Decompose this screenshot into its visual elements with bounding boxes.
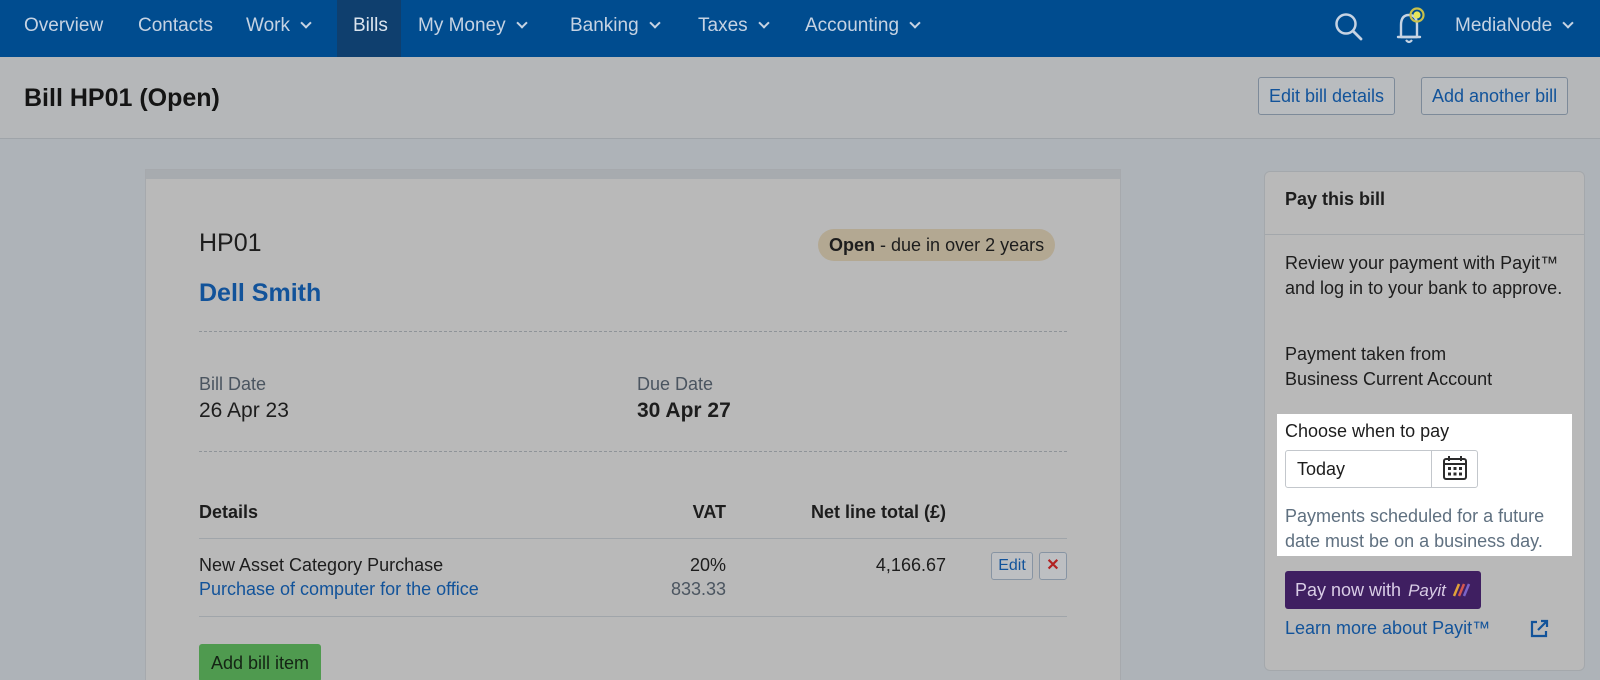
item-vat-amount: 833.33	[670, 579, 726, 599]
page-title: Bill HP01 (Open)	[24, 84, 220, 112]
chevron-down-icon	[1562, 17, 1574, 29]
column-header-vat: VAT	[692, 502, 726, 522]
table-rule	[199, 616, 1067, 617]
calendar-icon	[1443, 456, 1467, 480]
add-another-bill-button[interactable]: Add another bill	[1421, 77, 1569, 115]
external-link-icon[interactable]	[1528, 618, 1550, 640]
bill-card: HP01 Open - due in over 2 years Dell Smi…	[146, 170, 1120, 680]
nav-my-money-label: My Money	[418, 15, 506, 36]
status-detail: - due in over 2 years	[880, 235, 1045, 255]
chevron-down-icon	[515, 17, 528, 29]
page-header: Bill HP01 (Open) Edit bill details Add a…	[0, 57, 1600, 139]
chevron-down-icon	[300, 17, 312, 29]
nav-banking-label: Banking	[570, 15, 639, 36]
account-menu[interactable]: MediaNode	[1455, 0, 1574, 57]
bell-icon[interactable]	[1393, 6, 1429, 46]
item-category: New Asset Category Purchase	[199, 555, 444, 575]
edit-item-button[interactable]: Edit	[991, 552, 1033, 580]
payit-logo: Payit	[1408, 581, 1446, 600]
nav-overview-label: Overview	[24, 15, 104, 36]
payment-date-value: Today	[1297, 459, 1346, 479]
edit-bill-details-button[interactable]: Edit bill details	[1258, 77, 1396, 115]
account-label: MediaNode	[1455, 15, 1553, 36]
delete-item-button[interactable]: ✕	[1039, 552, 1067, 580]
payment-account: Business Current Account	[1285, 369, 1493, 389]
nav-contacts-label: Contacts	[138, 15, 213, 36]
pay-this-bill-panel: Pay this bill Review your payment with P…	[1264, 171, 1585, 671]
choose-date-section: Choose when to pay Today Payments schedu…	[1277, 414, 1572, 556]
item-description-link[interactable]: Purchase of computer for the office	[199, 579, 479, 600]
nav-accounting-label: Accounting	[805, 15, 900, 36]
search-icon[interactable]	[1334, 12, 1364, 42]
divider	[1265, 234, 1584, 235]
chevron-down-icon	[649, 17, 661, 29]
payment-taken-from-label: Payment taken from	[1285, 344, 1447, 364]
learn-more-link[interactable]: Learn more about Payit™	[1285, 618, 1490, 639]
payment-date-input[interactable]: Today	[1285, 450, 1478, 488]
nav-taxes[interactable]: Taxes	[698, 0, 770, 57]
item-net-total: 4,166.67	[875, 555, 946, 575]
contact-link[interactable]: Dell Smith	[199, 279, 321, 308]
add-bill-item-button[interactable]: Add bill item	[199, 644, 322, 680]
top-nav: Overview Contacts Work Bills My Money Ba…	[0, 0, 1600, 57]
nav-work-label: Work	[246, 15, 290, 36]
pay-panel-title: Pay this bill	[1285, 189, 1386, 209]
item-vat-rate: 20%	[689, 555, 726, 575]
nav-contacts[interactable]: Contacts	[138, 0, 213, 57]
due-date-label: Due Date	[637, 374, 714, 394]
nav-overview[interactable]: Overview	[24, 0, 103, 57]
business-day-note: Payments scheduled for a future date mus…	[1285, 506, 1545, 551]
chevron-down-icon	[757, 17, 770, 29]
nav-taxes-label: Taxes	[698, 15, 748, 36]
nav-my-money[interactable]: My Money	[418, 0, 528, 57]
calendar-button[interactable]	[1431, 451, 1477, 487]
payit-stripes-icon	[1452, 583, 1471, 597]
column-header-details: Details	[199, 502, 259, 522]
nav-bills-label: Bills	[353, 15, 388, 36]
nav-work[interactable]: Work	[246, 0, 312, 57]
pay-intro: Review your payment with Payit™ and log …	[1285, 253, 1563, 298]
nav-accounting[interactable]: Accounting	[805, 0, 921, 57]
notification-dot	[1413, 11, 1421, 19]
nav-bills[interactable]: Bills	[337, 0, 401, 57]
table-rule	[199, 538, 1067, 539]
status-badge: Open - due in over 2 years	[818, 229, 1056, 261]
pay-now-label: Pay now with	[1295, 580, 1402, 600]
due-date-value: 30 Apr 27	[637, 399, 731, 422]
bill-date-value: 26 Apr 23	[199, 399, 289, 422]
divider	[199, 451, 1067, 452]
divider	[199, 331, 1067, 332]
nav-banking[interactable]: Banking	[570, 0, 661, 57]
choose-when-label: Choose when to pay	[1285, 421, 1450, 441]
status-label: Open	[829, 235, 876, 255]
chevron-down-icon	[909, 17, 921, 29]
bill-date-label: Bill Date	[199, 374, 267, 394]
column-header-net-total: Net line total (£)	[810, 502, 946, 522]
pay-now-button[interactable]: Pay now with Payit	[1285, 571, 1481, 609]
bill-reference: HP01	[199, 229, 262, 257]
